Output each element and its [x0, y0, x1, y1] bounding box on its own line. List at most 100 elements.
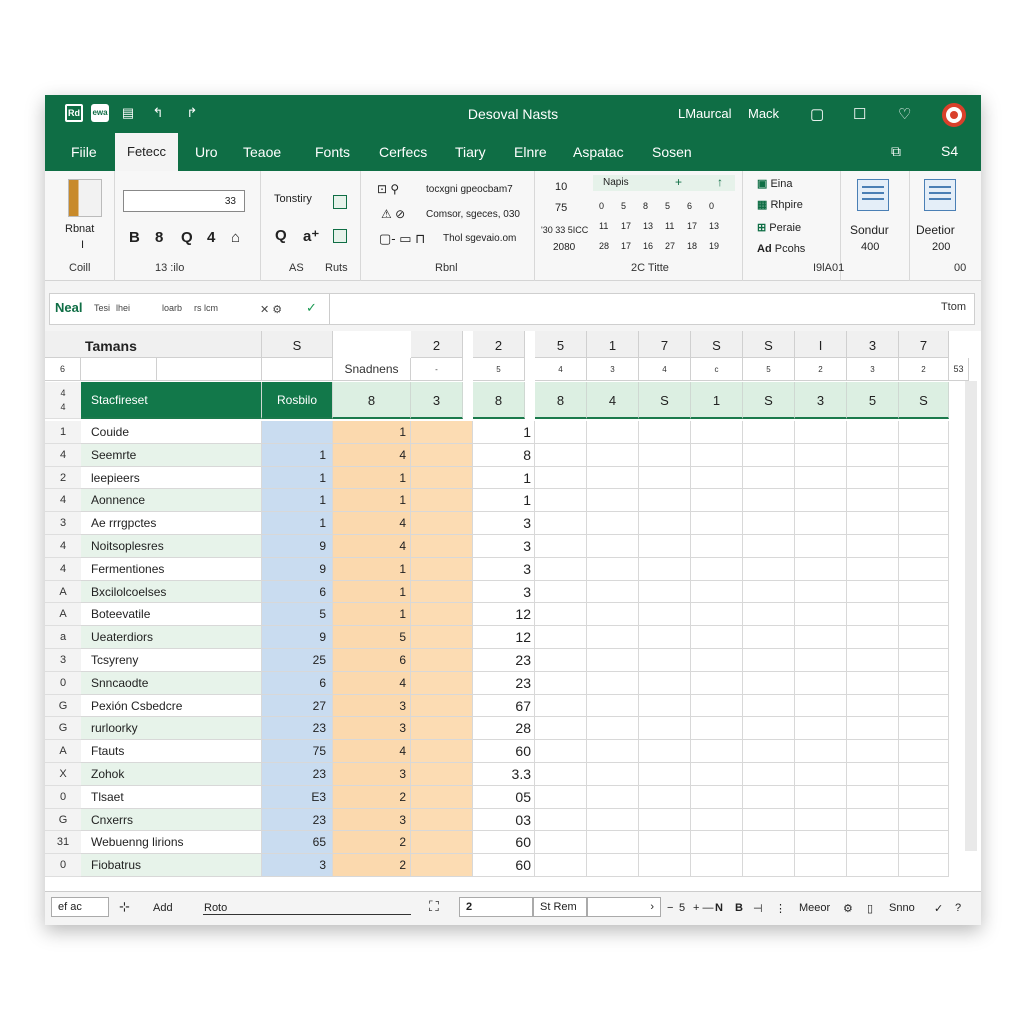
- empty-cell[interactable]: [691, 603, 743, 627]
- value-cell-e[interactable]: 28: [473, 717, 535, 741]
- value-cell-b[interactable]: 23: [262, 717, 333, 741]
- italic-button[interactable]: 8: [155, 229, 163, 246]
- cal-day[interactable]: 5: [665, 201, 670, 211]
- empty-cell[interactable]: [743, 854, 795, 877]
- number-line-1[interactable]: tocxgni gpeocbam7: [426, 184, 513, 195]
- value-cell-c[interactable]: 1: [333, 421, 411, 444]
- cal-day[interactable]: 13: [643, 221, 653, 231]
- empty-cell[interactable]: [899, 785, 949, 809]
- empty-cell[interactable]: [795, 854, 847, 877]
- empty-cell[interactable]: [691, 580, 743, 604]
- empty-cell[interactable]: [847, 694, 899, 718]
- empty-cell[interactable]: [899, 854, 949, 877]
- value-cell-b[interactable]: 9: [262, 557, 333, 581]
- attach-icon[interactable]: ⛶: [429, 898, 439, 915]
- align-button-1[interactable]: Q: [275, 227, 287, 244]
- empty-cell[interactable]: [691, 649, 743, 672]
- empty-cell[interactable]: [639, 443, 691, 467]
- style-1[interactable]: ▣ Eina: [757, 177, 793, 190]
- normal-view-icon[interactable]: N: [715, 902, 723, 914]
- empty-cell[interactable]: [743, 671, 795, 695]
- empty-cell[interactable]: [743, 443, 795, 467]
- empty-cell[interactable]: [847, 580, 899, 604]
- row-number[interactable]: 0: [45, 785, 81, 809]
- empty-cell[interactable]: [795, 535, 847, 558]
- fill-color-icon[interactable]: ⌂: [231, 229, 240, 246]
- empty-cell[interactable]: [743, 717, 795, 741]
- cal-day[interactable]: 27: [665, 241, 675, 251]
- cal-day[interactable]: 5: [621, 201, 626, 211]
- value-cell-c[interactable]: 5: [333, 626, 411, 649]
- value-cell-b[interactable]: 65: [262, 831, 333, 855]
- empty-cell[interactable]: [743, 421, 795, 444]
- empty-cell[interactable]: [795, 626, 847, 649]
- empty-cell[interactable]: [795, 740, 847, 763]
- empty-cell[interactable]: [411, 535, 473, 558]
- value-cell-e[interactable]: 12: [473, 626, 535, 649]
- empty-cell[interactable]: [639, 649, 691, 672]
- name-cell[interactable]: Seemrte: [81, 443, 262, 467]
- title-cell-2[interactable]: S: [262, 331, 333, 358]
- row-number[interactable]: G: [45, 808, 81, 832]
- empty-cell[interactable]: [795, 489, 847, 513]
- empty-cell[interactable]: [795, 831, 847, 855]
- value-cell-b[interactable]: 1: [262, 489, 333, 513]
- currency-icon[interactable]: ⊡ ⚲: [377, 182, 399, 196]
- empty-cell[interactable]: [639, 671, 691, 695]
- empty-cell[interactable]: [639, 535, 691, 558]
- value-cell-c[interactable]: 4: [333, 740, 411, 763]
- column-header[interactable]: I: [795, 331, 847, 358]
- empty-cell[interactable]: [639, 489, 691, 513]
- empty-cell[interactable]: [691, 671, 743, 695]
- view-mode[interactable]: Meeor: [799, 902, 830, 914]
- empty-cell[interactable]: [899, 740, 949, 763]
- empty-cell[interactable]: [535, 854, 587, 877]
- empty-cell[interactable]: [847, 831, 899, 855]
- empty-cell[interactable]: [743, 580, 795, 604]
- merge-icon[interactable]: [333, 229, 347, 243]
- user-name-2[interactable]: Mack: [748, 106, 779, 121]
- empty-cell[interactable]: [587, 626, 639, 649]
- name-cell[interactable]: Ueaterdiors: [81, 626, 262, 649]
- empty-cell[interactable]: [411, 694, 473, 718]
- empty-cell[interactable]: [587, 421, 639, 444]
- record-icon[interactable]: [942, 103, 966, 127]
- value-cell-c[interactable]: 2: [333, 785, 411, 809]
- check-icon[interactable]: ✓: [934, 902, 943, 915]
- align-label[interactable]: Tonstiry: [274, 193, 312, 205]
- empty-cell[interactable]: [587, 489, 639, 513]
- empty-cell[interactable]: [847, 717, 899, 741]
- cal-day[interactable]: 28: [599, 241, 609, 251]
- empty-cell[interactable]: [587, 443, 639, 467]
- empty-cell[interactable]: [691, 512, 743, 535]
- value-cell-c[interactable]: 1: [333, 580, 411, 604]
- empty-cell[interactable]: [899, 421, 949, 444]
- cal-day[interactable]: 16: [643, 241, 653, 251]
- header-name-cell[interactable]: Stacfireset: [81, 382, 262, 419]
- empty-cell[interactable]: [899, 626, 949, 649]
- header-column-cell[interactable]: S: [899, 382, 949, 419]
- bold-button[interactable]: B: [129, 229, 140, 246]
- view-label[interactable]: Snno: [889, 902, 915, 914]
- empty-cell[interactable]: [899, 466, 949, 490]
- empty-cell[interactable]: [639, 831, 691, 855]
- header-column-cell[interactable]: S: [639, 382, 691, 419]
- name-cell[interactable]: Tcsyreny: [81, 649, 262, 672]
- row-number[interactable]: 0: [45, 671, 81, 695]
- empty-cell[interactable]: [587, 854, 639, 877]
- value-cell-e[interactable]: 03: [473, 808, 535, 832]
- value-cell-c[interactable]: 3: [333, 717, 411, 741]
- value-cell-c[interactable]: 1: [333, 489, 411, 513]
- name-cell[interactable]: Boteevatile: [81, 603, 262, 627]
- title-cell[interactable]: Tamans: [45, 331, 262, 358]
- header-b-cell[interactable]: Rosbilo: [262, 382, 333, 419]
- empty-cell[interactable]: [411, 717, 473, 741]
- column-header[interactable]: 7: [899, 331, 949, 358]
- row-number[interactable]: A: [45, 580, 81, 604]
- empty-cell[interactable]: [587, 649, 639, 672]
- empty-cell[interactable]: [795, 603, 847, 627]
- empty-cell[interactable]: [587, 785, 639, 809]
- empty-cell[interactable]: [535, 808, 587, 832]
- empty-cell[interactable]: [847, 649, 899, 672]
- empty-cell[interactable]: [691, 466, 743, 490]
